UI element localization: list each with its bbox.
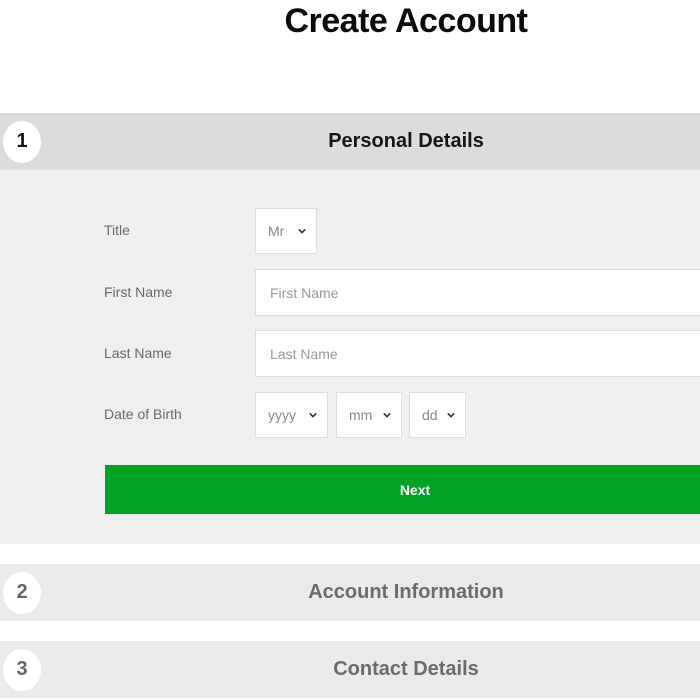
step-number-badge: 2 <box>3 571 41 614</box>
step-header-contact-details[interactable]: 3 Contact Details <box>0 641 700 698</box>
title-select[interactable]: Mr <box>255 208 317 254</box>
first-name-label: First Name <box>104 284 173 300</box>
chevron-down-icon <box>383 412 391 418</box>
step-title: Account Information <box>308 581 504 603</box>
step-title: Contact Details <box>333 658 479 680</box>
chevron-down-icon <box>447 412 455 418</box>
first-name-input[interactable] <box>255 269 700 316</box>
page-title: Create Account <box>284 2 528 40</box>
last-name-input[interactable] <box>255 330 700 377</box>
title-select-value: Mr <box>268 223 285 239</box>
birth-year-select[interactable]: yyyy <box>255 392 328 438</box>
step-number-badge: 3 <box>3 648 41 691</box>
birth-year-value: yyyy <box>268 407 296 423</box>
next-button[interactable]: Next <box>105 465 700 514</box>
step-title: Personal Details <box>328 130 484 152</box>
chevron-down-icon <box>309 412 317 418</box>
chevron-down-icon <box>298 228 306 234</box>
title-label: Title <box>104 222 130 238</box>
last-name-label: Last Name <box>104 345 172 361</box>
birth-day-value: dd <box>422 407 438 423</box>
step-header-personal-details[interactable]: 1 Personal Details <box>0 113 700 170</box>
step-header-account-information[interactable]: 2 Account Information <box>0 564 700 621</box>
date-of-birth-label: Date of Birth <box>104 406 182 422</box>
birth-month-select[interactable]: mm <box>336 392 402 438</box>
step-number-badge: 1 <box>3 120 41 163</box>
birth-month-value: mm <box>349 407 373 423</box>
birth-day-select[interactable]: dd <box>409 392 466 438</box>
